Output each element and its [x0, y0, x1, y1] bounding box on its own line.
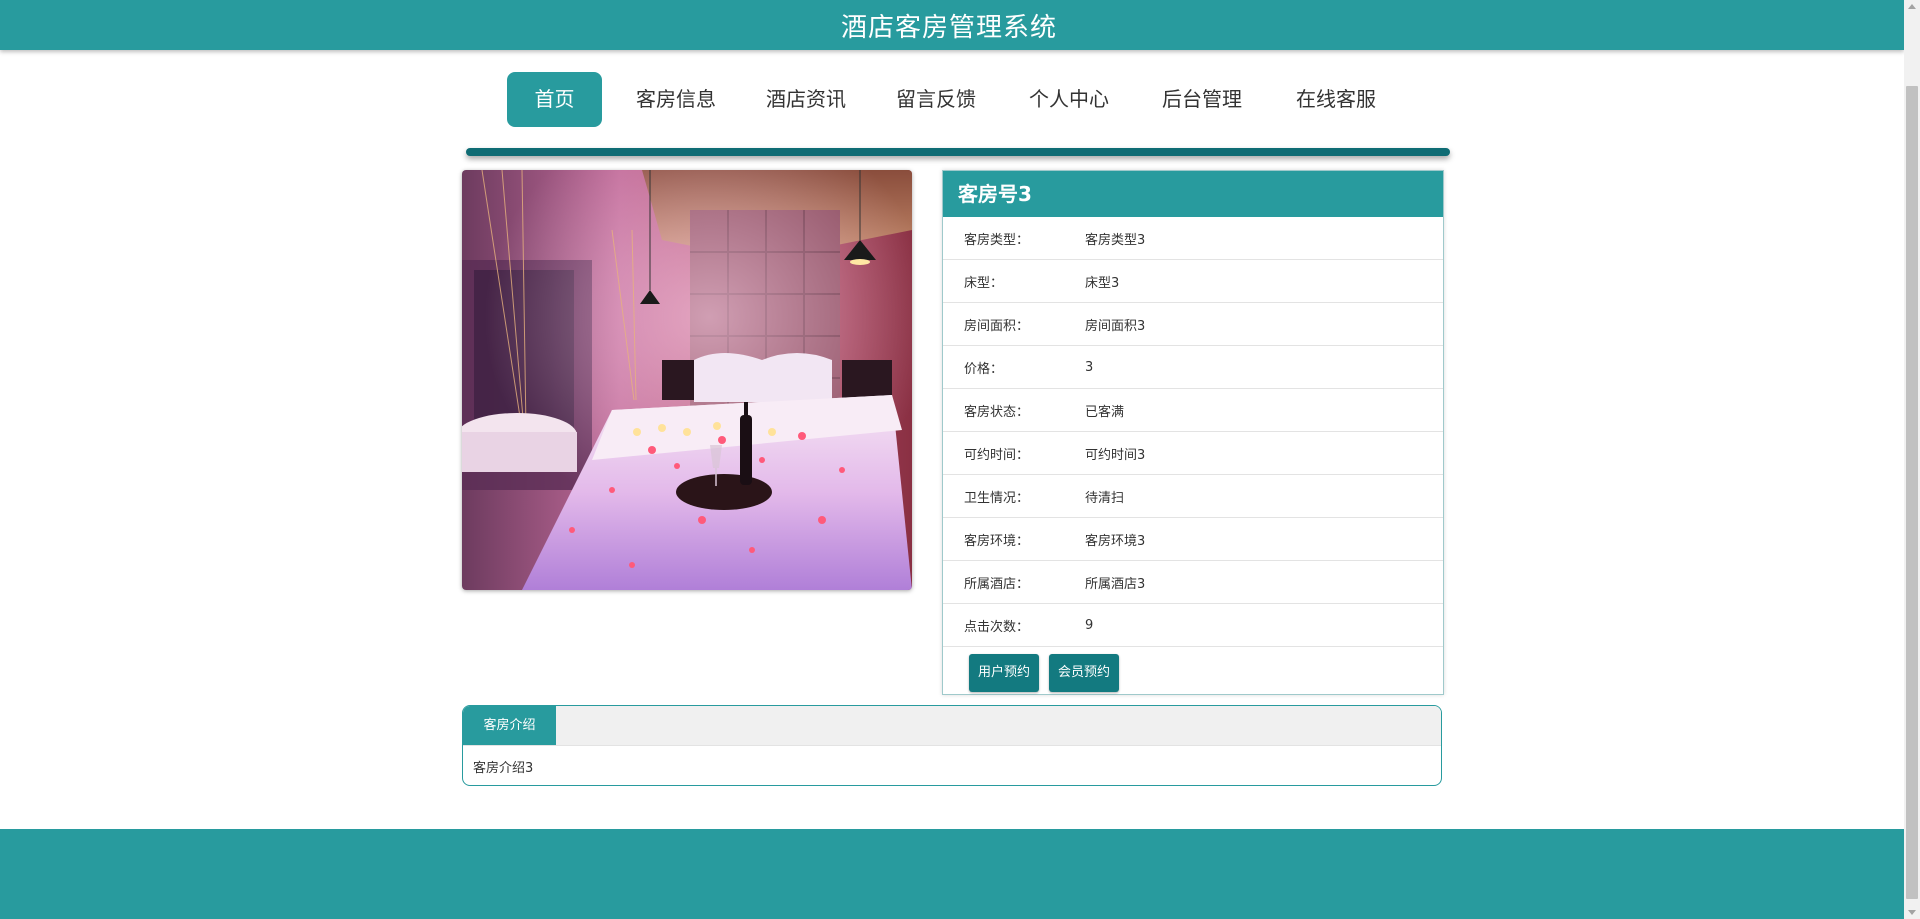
detail-row-hygiene: 卫生情况： 待清扫 [943, 475, 1443, 518]
field-value: 房间面积3 [1085, 318, 1146, 334]
member-booking-button[interactable]: 会员预约 [1049, 654, 1120, 692]
field-value: 9 [1085, 617, 1094, 633]
field-value: 3 [1085, 359, 1094, 375]
detail-row-room-area: 房间面积： 房间面积3 [943, 303, 1443, 346]
main-nav: 首页 客房信息 酒店资讯 留言反馈 个人中心 后台管理 在线客服 [0, 72, 1904, 128]
room-detail-panel: 客房号3 客房类型： 客房类型3 床型： 床型3 房间面积： 房间面积3 价格：… [942, 170, 1444, 695]
detail-row-room-type: 客房类型： 客房类型3 [943, 217, 1443, 260]
field-value: 已客满 [1085, 404, 1125, 420]
field-value: 客房环境3 [1085, 533, 1146, 549]
nav-item-hotel-news[interactable]: 酒店资讯 [756, 72, 856, 127]
site-title: 酒店客房管理系统 [840, 12, 1057, 43]
field-value: 所属酒店3 [1085, 576, 1146, 592]
field-label: 客房状态： [964, 404, 1030, 420]
detail-row-click-count: 点击次数： 9 [943, 604, 1443, 647]
field-value: 床型3 [1085, 275, 1120, 291]
field-value: 待清扫 [1085, 490, 1125, 506]
tab-room-intro[interactable]: 客房介绍 [463, 706, 556, 745]
scroll-up-icon[interactable] [1908, 4, 1916, 9]
field-label: 可约时间： [964, 447, 1030, 463]
site-footer [0, 829, 1904, 919]
booking-actions: 用户预约 会员预约 [943, 647, 1443, 699]
nav-item-online-service[interactable]: 在线客服 [1286, 72, 1386, 127]
intro-tab-bar: 客房介绍 [463, 706, 1441, 746]
page-scrollbar[interactable] [1904, 0, 1920, 919]
detail-row-available-time: 可约时间： 可约时间3 [943, 432, 1443, 475]
room-intro-panel: 客房介绍 客房介绍3 [462, 705, 1442, 786]
nav-item-admin[interactable]: 后台管理 [1152, 72, 1252, 127]
scroll-down-icon[interactable] [1908, 910, 1916, 915]
field-value: 可约时间3 [1085, 447, 1146, 463]
detail-row-price: 价格： 3 [943, 346, 1443, 389]
field-label: 客房环境： [964, 533, 1030, 549]
field-label: 价格： [964, 361, 1004, 377]
site-header: 酒店客房管理系统 [0, 0, 1904, 50]
field-label: 所属酒店： [964, 576, 1030, 592]
field-value: 客房类型3 [1085, 232, 1146, 248]
detail-row-environment: 客房环境： 客房环境3 [943, 518, 1443, 561]
room-title: 客房号3 [943, 171, 1443, 217]
field-label: 卫生情况： [964, 490, 1030, 506]
user-booking-button[interactable]: 用户预约 [969, 654, 1040, 692]
field-label: 床型： [964, 275, 1004, 291]
nav-divider [466, 148, 1450, 156]
detail-row-room-status: 客房状态： 已客满 [943, 389, 1443, 432]
field-label: 客房类型： [964, 232, 1030, 248]
nav-item-personal-center[interactable]: 个人中心 [1019, 72, 1119, 127]
nav-item-feedback[interactable]: 留言反馈 [886, 72, 986, 127]
nav-item-home[interactable]: 首页 [507, 72, 602, 127]
scrollbar-thumb[interactable] [1906, 86, 1918, 899]
nav-item-rooms[interactable]: 客房信息 [626, 72, 726, 127]
room-intro-content: 客房介绍3 [473, 761, 534, 776]
detail-row-bed-type: 床型： 床型3 [943, 260, 1443, 303]
room-photo [462, 170, 912, 590]
room-photo-illustration [462, 170, 912, 590]
field-label: 房间面积： [964, 318, 1030, 334]
field-label: 点击次数： [964, 619, 1030, 635]
detail-row-hotel: 所属酒店： 所属酒店3 [943, 561, 1443, 604]
